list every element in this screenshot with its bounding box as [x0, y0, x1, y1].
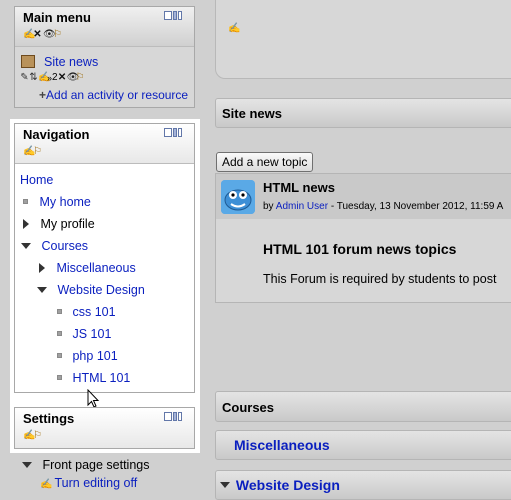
- highlight-frame-bottom: [10, 449, 200, 453]
- dock-block-icon[interactable]: [164, 128, 184, 139]
- dock-block-icon[interactable]: [164, 412, 184, 423]
- nav-my-home-link[interactable]: My home: [39, 195, 90, 209]
- add-activity-link[interactable]: Add an activity or resource: [46, 88, 188, 102]
- avatar-icon: [221, 180, 255, 214]
- highlight-frame-left: [10, 119, 14, 453]
- hide-icon[interactable]: 👁: [43, 29, 56, 40]
- nav-home[interactable]: Home: [20, 173, 53, 187]
- expand-arrow-icon[interactable]: [23, 219, 29, 229]
- delete-icon[interactable]: ✕: [58, 72, 67, 83]
- turn-editing-off-link[interactable]: Turn editing off: [54, 476, 137, 490]
- nav-my-profile-label[interactable]: My profile: [40, 217, 94, 231]
- collapse-arrow-icon[interactable]: [21, 243, 31, 249]
- category-miscellaneous[interactable]: Miscellaneous: [215, 430, 511, 460]
- nav-course-link[interactable]: HTML 101: [72, 371, 130, 385]
- highlight-frame-top: [10, 119, 200, 123]
- main-menu-edit-icons: ✍ ✕ 👁 ⚐: [23, 28, 186, 40]
- main-menu-title: Main menu: [23, 10, 91, 25]
- user-avatar[interactable]: [221, 180, 255, 214]
- post-date: - Tuesday, 13 November 2012, 11:59 A: [330, 201, 504, 212]
- plus-icon: +: [39, 88, 47, 102]
- courses-section-title: Courses: [222, 400, 275, 415]
- assign-roles-icon[interactable]: ⚐: [33, 146, 42, 157]
- bullet-icon: [23, 199, 28, 204]
- nav-my-profile[interactable]: My profile: [23, 217, 95, 231]
- category-website-design-link[interactable]: Website Design: [236, 477, 340, 493]
- edit-title-icon[interactable]: ✎: [20, 72, 29, 83]
- nav-courses[interactable]: Courses: [21, 239, 88, 253]
- courses-section-header: Courses: [215, 391, 511, 422]
- main-menu-block: Main menu ✍ ✕ 👁 ⚐ Site news ✎ ⇅ ✍ » 2 ✕ …: [14, 6, 195, 108]
- category-miscellaneous-link[interactable]: Miscellaneous: [234, 437, 330, 453]
- mouse-cursor-icon: [87, 389, 100, 408]
- front-page-settings[interactable]: Front page settings: [22, 458, 150, 472]
- configure-icon[interactable]: ✍: [23, 146, 35, 157]
- nav-website-design[interactable]: Website Design: [37, 283, 145, 297]
- bullet-icon: [57, 331, 62, 336]
- post-heading: HTML 101 forum news topics: [263, 241, 457, 257]
- collapse-arrow-icon[interactable]: [37, 287, 47, 293]
- add-activity-row[interactable]: +Add an activity or resource: [39, 88, 188, 102]
- nav-course-php[interactable]: php 101: [57, 349, 118, 363]
- post-author-link[interactable]: Admin User: [276, 201, 328, 212]
- post-subject: HTML news: [263, 180, 335, 195]
- navigation-block: Navigation ✍ ⚐ Home My home My profile C…: [14, 123, 195, 393]
- expand-arrow-icon[interactable]: [39, 263, 45, 273]
- forum-icon: [21, 55, 35, 68]
- nav-my-home[interactable]: My home: [23, 195, 91, 209]
- front-page-settings-label[interactable]: Front page settings: [42, 458, 149, 472]
- nav-course-link[interactable]: css 101: [72, 305, 115, 319]
- settings-header: Settings ✍ ⚐: [15, 408, 194, 448]
- configure-icon[interactable]: ✍: [23, 29, 35, 40]
- site-news-section-title: Site news: [222, 106, 282, 121]
- category-website-design[interactable]: Website Design: [215, 470, 511, 500]
- assign-roles-icon[interactable]: ⚐: [76, 72, 85, 83]
- post-by-prefix: by: [263, 201, 274, 212]
- navigation-edit-icons: ✍ ⚐: [23, 145, 186, 157]
- edit-summary-icon[interactable]: ✍: [228, 23, 240, 34]
- site-news-edit-icons: ✎ ⇅ ✍ » 2 ✕ 👁 ⚐: [20, 72, 85, 83]
- bullet-icon: [57, 353, 62, 358]
- collapse-arrow-icon[interactable]: [220, 482, 230, 488]
- assign-roles-icon[interactable]: ⚐: [53, 29, 62, 40]
- settings-title: Settings: [23, 411, 75, 426]
- nav-website-design-link[interactable]: Website Design: [57, 283, 144, 297]
- configure-icon[interactable]: ✍: [23, 430, 35, 441]
- edit-icon: ✍: [40, 479, 53, 490]
- assign-roles-icon[interactable]: ⚐: [33, 430, 42, 441]
- nav-miscellaneous[interactable]: Miscellaneous: [39, 261, 136, 275]
- collapse-arrow-icon[interactable]: [22, 462, 32, 468]
- forum-post: HTML news by Admin User - Tuesday, 13 No…: [215, 173, 511, 303]
- highlight-gap: [10, 393, 200, 407]
- bullet-icon: [57, 309, 62, 314]
- nav-course-html[interactable]: HTML 101: [57, 371, 130, 385]
- navigation-title: Navigation: [23, 127, 90, 142]
- delete-icon[interactable]: ✕: [33, 29, 42, 40]
- settings-block: Settings ✍ ⚐: [14, 407, 195, 449]
- highlight-frame-right: [195, 119, 200, 453]
- post-body: This Forum is required by students to po…: [263, 272, 497, 286]
- add-new-topic-button[interactable]: Add a new topic: [216, 152, 314, 172]
- site-news-link[interactable]: Site news: [44, 55, 98, 69]
- hide-icon[interactable]: 👁: [67, 72, 80, 83]
- nav-course-link[interactable]: JS 101: [72, 327, 111, 341]
- nav-miscellaneous-link[interactable]: Miscellaneous: [56, 261, 135, 275]
- turn-editing-off[interactable]: ✍ Turn editing off: [40, 476, 137, 490]
- site-news-section-header: Site news: [215, 98, 511, 128]
- top-summary-panel: ✍: [215, 0, 511, 79]
- bullet-icon: [57, 375, 62, 380]
- nav-home-link[interactable]: Home: [20, 173, 53, 187]
- update-icon[interactable]: ✍: [38, 72, 50, 83]
- main-menu-header: Main menu ✍ ✕ 👁 ⚐: [15, 7, 194, 47]
- nav-course-js[interactable]: JS 101: [57, 327, 111, 341]
- nav-courses-link[interactable]: Courses: [41, 239, 88, 253]
- move-icon[interactable]: ⇅: [29, 72, 38, 83]
- navigation-header: Navigation ✍ ⚐: [15, 124, 194, 164]
- dock-block-icon[interactable]: [164, 11, 184, 22]
- nav-course-css[interactable]: css 101: [57, 305, 116, 319]
- post-byline: by Admin User - Tuesday, 13 November 201…: [263, 201, 503, 212]
- post-header: [216, 174, 511, 219]
- settings-edit-icons: ✍ ⚐: [23, 429, 186, 441]
- nav-course-link[interactable]: php 101: [72, 349, 117, 363]
